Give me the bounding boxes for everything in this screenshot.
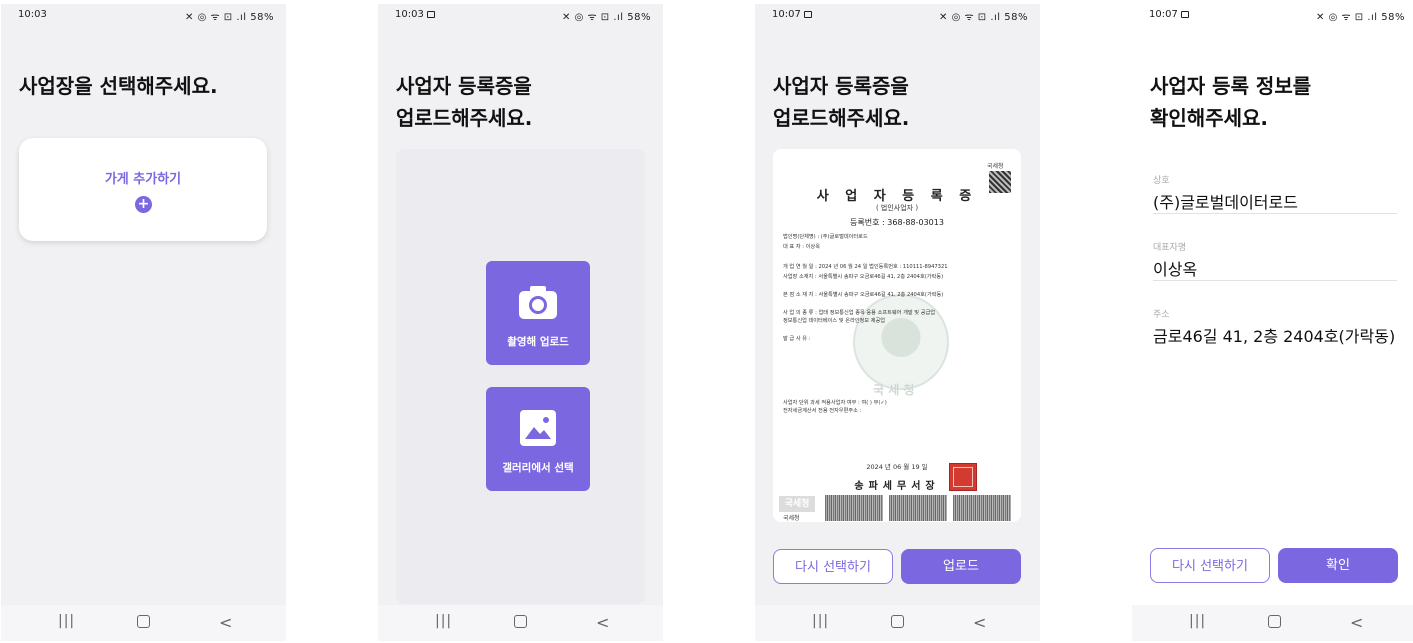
- title-line: 사업자 등록증을: [396, 74, 532, 98]
- status-bar: 10:07 ✕ ◎ ᯤ ⊡ .ıl 58%: [755, 4, 1040, 24]
- registration-number: 등록번호 : 368-88-03013: [850, 218, 944, 227]
- certificate-subtitle: ( 법인사업자 ): [875, 204, 919, 212]
- title-line: 업로드해주세요.: [773, 106, 910, 130]
- certificate-line: 사업장 소재지 : 서울특별시 송파구 오금로46길 41, 2층 2404호(…: [783, 274, 944, 280]
- gallery-select-label: 갤러리에서 선택: [502, 462, 574, 474]
- upload-button[interactable]: 업로드: [901, 549, 1021, 584]
- title-line: 업로드해주세요.: [396, 106, 533, 130]
- certificate-line: 대 표 자 : 이상옥: [783, 244, 820, 250]
- address-field[interactable]: 주소 금로46길 41, 2층 2404호(가락동): [1153, 307, 1397, 347]
- status-bar: 10:03 ✕ ◎ ᯤ ⊡ .ıl 58%: [378, 4, 663, 24]
- camera-icon: [519, 286, 557, 319]
- certificate-image: 국세청 사 업 자 등 록 증 ( 법인사업자 ) 등록번호 : 368-88-…: [773, 149, 1021, 522]
- camera-upload-button[interactable]: 촬영해 업로드: [486, 261, 590, 365]
- certificate-title: 사 업 자 등 록 증: [816, 189, 978, 204]
- field-label: 주소: [1153, 310, 1170, 320]
- home-button[interactable]: [137, 615, 150, 628]
- title-line: 사업장을 선택해주세요.: [19, 74, 218, 98]
- page-title: 사업장을 선택해주세요.: [19, 70, 218, 102]
- certificate-line: 전자세금계산서 전용 전자우편주소 :: [783, 408, 862, 414]
- title-line: 확인해주세요.: [1150, 106, 1268, 130]
- back-button[interactable]: <: [219, 613, 232, 632]
- footer-logo-text: 국세청: [783, 515, 800, 522]
- barcode: [889, 495, 947, 521]
- barcode: [825, 495, 883, 521]
- footer-watermark: 국세청: [779, 496, 815, 512]
- status-icons: ✕ ◎ ᯤ ⊡ .ıl 58%: [562, 12, 651, 23]
- add-store-label: 가게 추가하기: [104, 172, 182, 187]
- field-label: 상호: [1153, 176, 1170, 186]
- recent-apps-button[interactable]: |||: [1189, 613, 1206, 629]
- recent-apps-button[interactable]: |||: [812, 613, 829, 629]
- certificate-line: 정보통신업 데이터베이스 및 온라인정보 제공업: [783, 318, 886, 324]
- reselect-button[interactable]: 다시 선택하기: [1150, 548, 1270, 583]
- recent-apps-button[interactable]: |||: [435, 613, 452, 629]
- page-title: 사업자 등록 정보를 확인해주세요.: [1150, 70, 1311, 134]
- recent-apps-button[interactable]: |||: [58, 613, 75, 629]
- add-store-card[interactable]: 가게 추가하기 +: [19, 138, 267, 241]
- certificate-line: 개 업 연 월 일 : 2024 년 06 월 24 일 법인등록번호 : 11…: [783, 264, 948, 270]
- field-value: 금로46길 41, 2층 2404호(가락동): [1153, 327, 1396, 346]
- home-button[interactable]: [1268, 615, 1281, 628]
- status-bar: 10:07 ✕ ◎ ᯤ ⊡ .ıl 58%: [1132, 4, 1413, 24]
- android-navbar: ||| <: [378, 605, 663, 641]
- home-button[interactable]: [891, 615, 904, 628]
- image-notification-icon: [426, 11, 435, 18]
- screen-certificate-preview: 10:07 ✕ ◎ ᯤ ⊡ .ıl 58% 사업자 등록증을 업로드해주세요. …: [755, 4, 1040, 641]
- android-navbar: ||| <: [1132, 605, 1413, 641]
- title-line: 사업자 등록 정보를: [1150, 74, 1312, 98]
- field-value: 이상옥: [1153, 260, 1198, 279]
- certificate-line: 본 점 소 재 지 : 서울특별시 송파구 오금로46길 41, 2층 2404…: [783, 292, 944, 298]
- upload-area: 촬영해 업로드 갤러리에서 선택: [396, 149, 645, 604]
- status-time: 10:07: [1149, 9, 1189, 20]
- confirm-button[interactable]: 확인: [1278, 548, 1398, 583]
- camera-upload-label: 촬영해 업로드: [507, 336, 569, 348]
- emblem-label: 국 세 청: [873, 383, 915, 397]
- field-value: (주)글로벌데이터로드: [1153, 193, 1298, 212]
- title-line: 사업자 등록증을: [773, 74, 909, 98]
- barcode: [953, 495, 1011, 521]
- status-time: 10:03: [18, 9, 47, 20]
- image-notification-icon: [1180, 11, 1189, 18]
- certificate-line: 발 급 사 유 :: [783, 336, 811, 342]
- business-name-field[interactable]: 상호 (주)글로벌데이터로드: [1153, 173, 1397, 214]
- reselect-button[interactable]: 다시 선택하기: [773, 549, 893, 584]
- page-title: 사업자 등록증을 업로드해주세요.: [773, 70, 909, 134]
- back-button[interactable]: <: [1350, 613, 1363, 632]
- screen-select-store: 10:03 ✕ ◎ ᯤ ⊡ .ıl 58% 사업장을 선택해주세요. 가게 추가…: [1, 4, 286, 641]
- representative-field[interactable]: 대표자명 이상옥: [1153, 240, 1397, 281]
- status-icons: ✕ ◎ ᯤ ⊡ .ıl 58%: [1316, 12, 1405, 23]
- official-seal-stamp: [949, 463, 977, 491]
- certificate-line: 사 업 의 종 류 : 업태 정보통신업 종목 응용 소프트웨어 개발 및 공급…: [783, 310, 936, 316]
- plus-circle-icon[interactable]: +: [135, 196, 152, 213]
- status-icons: ✕ ◎ ᯤ ⊡ .ıl 58%: [939, 12, 1028, 23]
- android-navbar: ||| <: [755, 605, 1040, 641]
- gallery-select-button[interactable]: 갤러리에서 선택: [486, 387, 590, 491]
- android-navbar: ||| <: [1, 605, 286, 641]
- screen-confirm-info: 10:07 ✕ ◎ ᯤ ⊡ .ıl 58% 사업자 등록 정보를 확인해주세요.…: [1132, 4, 1413, 641]
- issue-date: 2024 년 06 월 19 일: [866, 463, 928, 471]
- screen-upload-certificate: 10:03 ✕ ◎ ᯤ ⊡ .ıl 58% 사업자 등록증을 업로드해주세요. …: [378, 4, 663, 641]
- status-icons: ✕ ◎ ᯤ ⊡ .ıl 58%: [185, 12, 274, 23]
- image-notification-icon: [803, 11, 812, 18]
- field-label: 대표자명: [1153, 243, 1187, 253]
- status-time: 10:03: [395, 9, 435, 20]
- back-button[interactable]: <: [596, 613, 609, 632]
- back-button[interactable]: <: [973, 613, 986, 632]
- status-bar: 10:03 ✕ ◎ ᯤ ⊡ .ıl 58%: [1, 4, 286, 24]
- home-button[interactable]: [514, 615, 527, 628]
- nts-logo: 국세청: [987, 163, 1004, 170]
- image-icon: [520, 410, 556, 446]
- status-time: 10:07: [772, 9, 812, 20]
- tax-office: 송파세무서장: [854, 481, 940, 492]
- page-title: 사업자 등록증을 업로드해주세요.: [396, 70, 532, 134]
- certificate-line: 사업자 단위 과세 적용사업자 여부 : 여( ) 부(✓): [783, 400, 887, 406]
- certificate-line: 법인명(단체명) : (주)글로벌데이터로드: [783, 234, 868, 240]
